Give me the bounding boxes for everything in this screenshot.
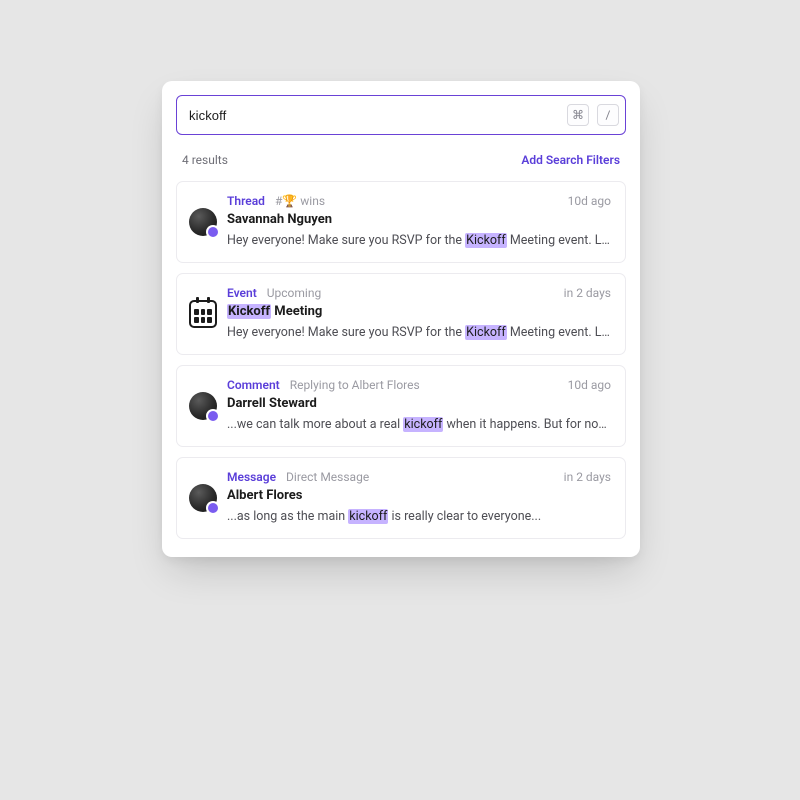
result-type: Message — [227, 470, 276, 484]
result-type: Event — [227, 286, 257, 300]
result-thread[interactable]: Thread #🏆 wins 10d ago Savannah Nguyen H… — [176, 181, 626, 263]
search-field-wrapper: ⌘ / — [176, 95, 626, 135]
thread-badge-icon — [206, 225, 220, 239]
avatar — [189, 392, 217, 420]
result-body: Message Direct Message in 2 days Albert … — [227, 470, 611, 524]
avatar — [189, 208, 217, 236]
result-subinfo: Replying to Albert Flores — [290, 378, 420, 392]
result-comment[interactable]: Comment Replying to Albert Flores 10d ag… — [176, 365, 626, 447]
result-time: in 2 days — [564, 470, 611, 484]
avatar — [189, 484, 217, 512]
result-snippet: Hey everyone! Make sure you RSVP for the… — [227, 325, 611, 340]
message-badge-icon — [206, 501, 220, 515]
results-count: 4 results — [182, 153, 228, 167]
result-type: Comment — [227, 378, 280, 392]
calendar-icon — [189, 300, 217, 328]
results-meta-row: 4 results Add Search Filters — [176, 135, 626, 181]
result-author: Darrell Steward — [227, 396, 611, 411]
result-snippet: Hey everyone! Make sure you RSVP for the… — [227, 233, 611, 248]
result-subinfo: Upcoming — [267, 286, 321, 300]
result-time: 10d ago — [568, 194, 611, 208]
result-body: Comment Replying to Albert Flores 10d ag… — [227, 378, 611, 432]
cmd-key-hint: ⌘ — [567, 104, 589, 126]
search-panel: ⌘ / 4 results Add Search Filters Thread … — [162, 81, 640, 557]
slash-key-hint: / — [597, 104, 619, 126]
result-subinfo: #🏆 wins — [275, 194, 325, 208]
result-author: Savannah Nguyen — [227, 212, 611, 227]
result-body: Event Upcoming in 2 days Kickoff Meeting… — [227, 286, 611, 340]
result-message[interactable]: Message Direct Message in 2 days Albert … — [176, 457, 626, 539]
search-input[interactable] — [189, 108, 559, 123]
comment-badge-icon — [206, 409, 220, 423]
result-author: Albert Flores — [227, 488, 611, 503]
result-time: 10d ago — [568, 378, 611, 392]
results-list: Thread #🏆 wins 10d ago Savannah Nguyen H… — [176, 181, 626, 539]
result-snippet: ...as long as the main kickoff is really… — [227, 509, 611, 524]
result-snippet: ...we can talk more about a real kickoff… — [227, 417, 611, 432]
add-search-filters-link[interactable]: Add Search Filters — [521, 153, 620, 167]
result-type: Thread — [227, 194, 265, 208]
result-body: Thread #🏆 wins 10d ago Savannah Nguyen H… — [227, 194, 611, 248]
result-time: in 2 days — [564, 286, 611, 300]
result-subinfo: Direct Message — [286, 470, 369, 484]
result-event[interactable]: Event Upcoming in 2 days Kickoff Meeting… — [176, 273, 626, 355]
result-title: Kickoff Meeting — [227, 304, 611, 319]
